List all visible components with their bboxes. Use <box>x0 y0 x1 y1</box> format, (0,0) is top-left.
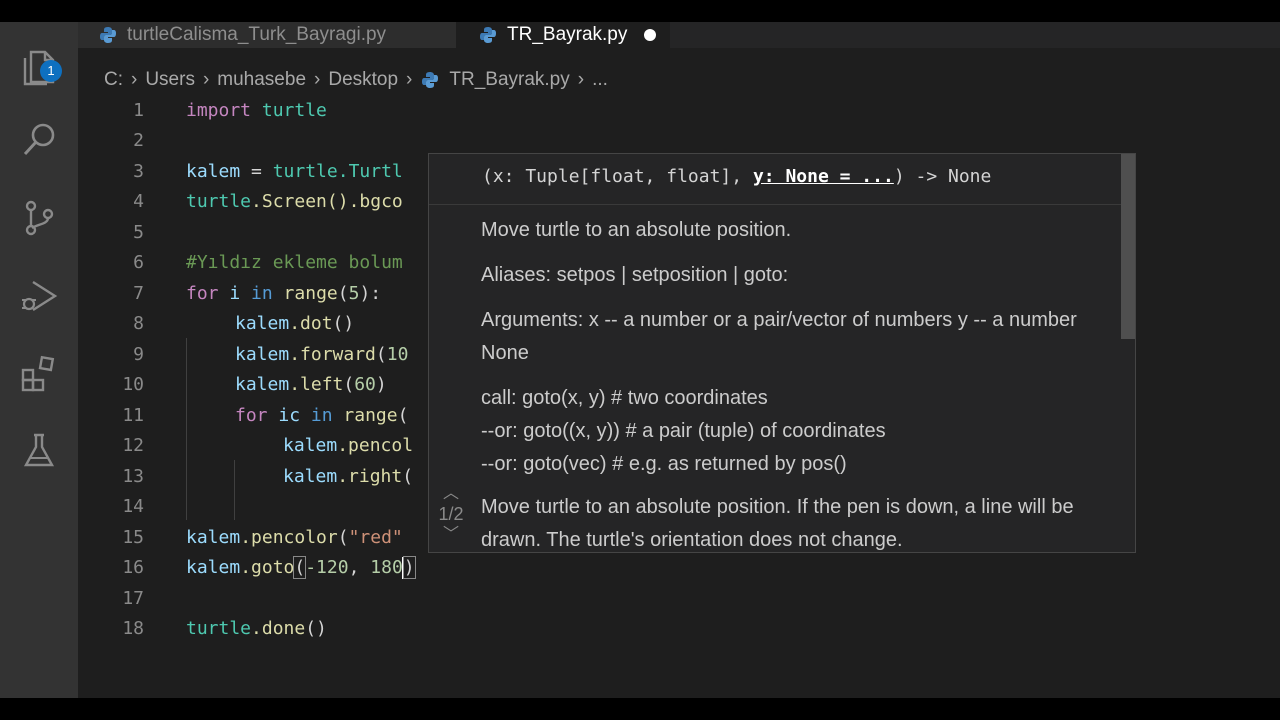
line-number: 9 <box>133 344 144 365</box>
search-icon <box>23 123 55 156</box>
line-number: 13 <box>122 466 144 487</box>
breadcrumb-item[interactable]: Users <box>145 69 195 91</box>
code-line: 17 <box>78 584 1280 614</box>
breadcrumb-item[interactable]: Desktop <box>328 69 398 91</box>
line-number: 7 <box>133 283 144 304</box>
tab-bar: turtleCalisma_Turk_Bayragi.py TR_Bayrak.… <box>78 22 1280 48</box>
vscode-window: 1 turtleCalisma_Turk_Bayragi.py TR_Bayra… <box>0 22 1280 698</box>
breadcrumb-item[interactable]: muhasebe <box>217 69 306 91</box>
doc-paragraph: Move turtle to an absolute position. If … <box>481 496 1074 551</box>
chevron-right-icon: › <box>406 69 413 90</box>
python-file-icon <box>422 72 439 88</box>
extensions-icon <box>21 355 55 392</box>
line-number: 6 <box>133 252 144 273</box>
line-number: 12 <box>122 435 144 456</box>
line-number: 8 <box>133 313 144 334</box>
run-debug-icon <box>22 280 58 312</box>
code-text: kalem.dot() <box>235 313 355 334</box>
code-line: 16 kalem.goto(-120, 180) <box>78 553 1280 583</box>
line-number: 2 <box>133 130 144 151</box>
line-number: 3 <box>133 161 144 182</box>
chevron-right-icon: › <box>202 69 210 90</box>
overload-counter: 1/2 <box>438 504 464 524</box>
run-debug-button[interactable] <box>0 266 78 326</box>
python-file-icon <box>100 27 116 43</box>
code-text: kalem.pencol <box>283 435 414 456</box>
breadcrumb-item[interactable]: C: <box>104 69 123 91</box>
line-number: 11 <box>122 405 144 426</box>
documentation: Move turtle to an absolute position. Ali… <box>481 214 1109 552</box>
python-file-icon <box>480 27 496 43</box>
line-number: 10 <box>122 374 144 395</box>
activity-bar: 1 <box>0 22 78 698</box>
code-text: kalem.goto(-120, 180) <box>186 556 416 579</box>
signature-line: (x: Tuple[float, float], y: None = ...) … <box>429 154 1135 205</box>
popup-scrollbar[interactable] <box>1121 154 1135 339</box>
code-text: kalem.forward(10 <box>235 344 409 365</box>
signature-help-popup[interactable]: (x: Tuple[float, float], y: None = ...) … <box>428 153 1136 553</box>
code-line: 2 <box>78 126 1280 156</box>
line-number: 1 <box>133 100 144 121</box>
line-number: 4 <box>133 191 144 212</box>
bottom-letterbox <box>0 698 1280 720</box>
unsaved-dot-icon[interactable] <box>644 29 656 41</box>
doc-usage: call: goto(x, y) # two coordinates --or:… <box>481 382 1109 481</box>
doc-usage-line: --or: goto(vec) # e.g. as returned by po… <box>481 453 847 475</box>
line-number: 5 <box>133 222 144 243</box>
line-number: 16 <box>122 557 144 578</box>
chevron-down-icon[interactable]: ﹀ <box>429 525 473 545</box>
search-button[interactable] <box>0 110 78 170</box>
testing-button[interactable] <box>0 420 78 480</box>
code-text: for i in range(5): <box>186 283 382 304</box>
breadcrumb-file[interactable]: TR_Bayrak.py <box>420 69 570 91</box>
overload-navigator: ︿ 1/2 ﹀ <box>429 484 473 545</box>
code-text: kalem.left(60) <box>235 374 387 395</box>
code-text: for ic in range( <box>235 405 409 426</box>
line-number: 14 <box>122 496 144 517</box>
tab-label: turtleCalisma_Turk_Bayragi.py <box>127 24 387 45</box>
code-line: 18 turtle.done() <box>78 614 1280 644</box>
breadcrumb-symbol[interactable]: ... <box>592 69 608 91</box>
flask-icon <box>23 433 55 467</box>
chevron-right-icon: › <box>131 69 138 90</box>
line-number: 18 <box>122 618 144 639</box>
code-text: kalem.right( <box>283 466 414 487</box>
chevron-right-icon: › <box>314 69 321 90</box>
code-text: turtle.done() <box>186 618 327 639</box>
doc-paragraph: Aliases: setpos | setposition | goto: <box>481 264 789 286</box>
extensions-button[interactable] <box>0 342 78 402</box>
tab-label: TR_Bayrak.py <box>507 24 628 45</box>
doc-paragraph: Move turtle to an absolute position. <box>481 219 792 241</box>
doc-usage-line: call: goto(x, y) # two coordinates <box>481 387 768 409</box>
chevron-up-icon[interactable]: ︿ <box>429 484 473 504</box>
line-number: 15 <box>122 527 144 548</box>
explorer-badge: 1 <box>40 60 62 82</box>
signature-text: (x: Tuple[float, float], y: None = ...) … <box>482 166 992 187</box>
doc-usage-line: --or: goto((x, y)) # a pair (tuple) of c… <box>481 420 886 442</box>
doc-paragraph: Arguments: x -- a number or a pair/vecto… <box>481 309 1077 364</box>
code-text: turtle.Screen().bgco <box>186 191 403 212</box>
code-comment: #Yıldız ekleme bolum <box>186 252 403 273</box>
chevron-right-icon: › <box>577 69 585 90</box>
breadcrumb-file-label: TR_Bayrak.py <box>449 69 570 90</box>
code-line: 1 import turtle <box>78 96 1280 126</box>
explorer-button[interactable]: 1 <box>0 36 78 96</box>
tab-turtle-calisma[interactable]: turtleCalisma_Turk_Bayragi.py <box>78 22 456 48</box>
source-control-button[interactable] <box>0 188 78 248</box>
source-control-icon <box>25 200 54 236</box>
active-parameter: y: None = ... <box>752 166 894 187</box>
code-text: kalem.pencolor("red" <box>186 527 403 548</box>
code-text: import turtle <box>186 100 327 121</box>
line-number: 17 <box>122 588 144 609</box>
code-text: kalem = turtle.Turtl <box>186 161 403 182</box>
tab-tr-bayrak[interactable]: TR_Bayrak.py <box>456 22 670 48</box>
breadcrumb: C: › Users › muhasebe › Desktop › TR_Bay… <box>104 67 608 93</box>
top-letterbox <box>0 0 1280 22</box>
